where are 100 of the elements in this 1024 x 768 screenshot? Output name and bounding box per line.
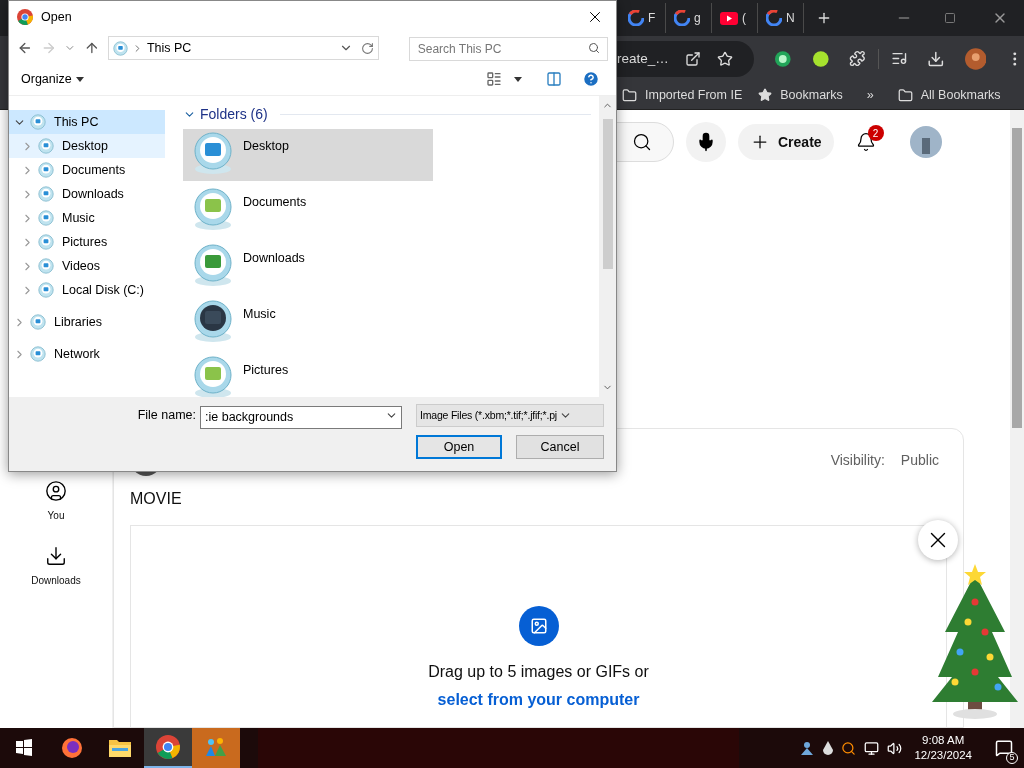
dialog-title: Open (41, 8, 72, 26)
group-header[interactable]: Folders (6) (200, 104, 268, 125)
tree-item[interactable]: Local Disk (C:) (9, 278, 165, 302)
video-play-icon (720, 11, 738, 25)
create-button[interactable]: Create (738, 124, 834, 160)
search-icon (588, 42, 600, 54)
folder-item[interactable]: Downloads (183, 241, 433, 293)
folder-item[interactable]: Pictures (183, 353, 433, 397)
drive-icon (38, 234, 54, 250)
drop-icon[interactable] (823, 741, 834, 755)
back-icon[interactable] (17, 40, 33, 56)
tree-item[interactable]: Videos (9, 254, 165, 278)
google-icon (628, 10, 644, 26)
up-icon[interactable] (84, 40, 100, 56)
scrollbar[interactable] (1010, 110, 1024, 728)
search-icon (632, 132, 652, 152)
browser-tab[interactable]: g (666, 3, 712, 33)
view-options-icon[interactable] (486, 71, 502, 87)
folder-orb-icon (191, 243, 235, 287)
preview-pane-icon[interactable] (546, 71, 562, 87)
profile-avatar[interactable] (964, 47, 987, 70)
more-bookmarks-button[interactable]: » (866, 85, 874, 105)
network-icon[interactable] (864, 740, 880, 756)
open-external-icon[interactable] (684, 50, 701, 67)
firefox-icon (60, 736, 84, 760)
browser-tab[interactable]: N (758, 3, 804, 33)
folder-orb-icon (191, 131, 235, 175)
google-icon (766, 10, 782, 26)
people-tray-icon[interactable] (799, 740, 816, 756)
cancel-button[interactable]: Cancel (516, 435, 604, 459)
download-icon[interactable] (927, 49, 945, 68)
visibility-value[interactable]: Public (900, 449, 939, 471)
address-bar[interactable]: This PC (107, 36, 379, 60)
address-text: This PC (146, 39, 193, 57)
notifications-button[interactable]: 2 (845, 122, 886, 162)
file-name-field[interactable]: :ie backgrounds (200, 405, 402, 429)
tree-item[interactable]: Libraries (9, 310, 165, 334)
sidebar-item[interactable]: You (20, 480, 92, 523)
extensions-icon[interactable] (849, 50, 866, 68)
help-icon[interactable] (582, 70, 600, 88)
tree-item[interactable]: Pictures (9, 230, 165, 254)
omnibox[interactable]: reate_… (617, 40, 755, 77)
bookmark-item[interactable]: Imported From IE (622, 85, 743, 105)
chrome-icon (17, 9, 33, 25)
folder-orb-icon (191, 355, 235, 397)
microphone-icon (696, 132, 716, 152)
computer-icon (112, 40, 128, 56)
voice-search-button[interactable] (686, 122, 726, 162)
visibility-label: Visibility: (830, 450, 885, 470)
folder-item[interactable]: Music (183, 297, 433, 349)
drive-icon (38, 258, 54, 274)
post-title: MOVIE (130, 489, 183, 509)
taskbar-app[interactable] (144, 728, 192, 768)
new-tab-icon[interactable] (816, 10, 832, 26)
organize-menu[interactable]: Organize (21, 69, 84, 89)
drive-icon (38, 162, 54, 178)
drive-icon (38, 210, 54, 226)
scrollbar[interactable] (599, 96, 616, 397)
browser-tab[interactable]: F (620, 3, 666, 33)
open-button[interactable]: Open (416, 435, 502, 459)
sidebar-item[interactable]: Downloads (20, 545, 92, 588)
drop-instructions: Drag up to 5 images or GIFs or (428, 662, 649, 682)
image-upload-icon (518, 606, 559, 646)
notification-center-button[interactable]: 5 (984, 728, 1024, 768)
browser-tab[interactable]: ( (712, 3, 758, 33)
folder-icon (622, 87, 637, 103)
folder-icon (108, 737, 132, 759)
tree-item[interactable]: Desktop (9, 134, 165, 158)
refresh-icon[interactable] (361, 41, 374, 55)
chrome-icon (156, 735, 180, 759)
drive-icon (30, 114, 46, 130)
file-name-label: File name: (137, 407, 196, 425)
extension-icon[interactable] (774, 49, 792, 68)
tree-item[interactable]: Downloads (9, 182, 165, 206)
file-type-dropdown[interactable]: Image Files (*.xbm;*.tif;*.jfif;*.pj (416, 404, 604, 427)
folder-orb-icon (191, 299, 235, 343)
close-button[interactable] (918, 520, 958, 560)
folder-item[interactable]: Desktop (183, 129, 433, 181)
bookmark-star-icon[interactable] (716, 50, 733, 67)
folder-item[interactable]: Documents (183, 185, 433, 237)
clock[interactable]: 9:08 AM 12/23/2024 (914, 733, 972, 763)
tree-item[interactable]: Network (9, 342, 165, 366)
tree-item[interactable]: Music (9, 206, 165, 230)
folder-orb-icon (191, 187, 235, 231)
notification-count: 5 (1006, 752, 1018, 764)
tree-item[interactable]: This PC (9, 110, 165, 134)
tree-item[interactable]: Documents (9, 158, 165, 182)
bookmark-item[interactable]: All Bookmarks (897, 85, 1001, 105)
search-field[interactable]: Search This PC (408, 37, 608, 61)
drive-icon (30, 314, 46, 330)
star-icon (758, 88, 773, 103)
google-icon (674, 10, 690, 26)
restore-icon[interactable] (944, 12, 956, 24)
bookmark-item[interactable]: Bookmarks (758, 85, 843, 105)
extension-icon[interactable] (811, 49, 830, 68)
volume-icon[interactable] (887, 740, 903, 756)
search-icon[interactable] (841, 740, 857, 756)
notification-badge: 2 (867, 125, 884, 141)
account-avatar[interactable] (909, 126, 942, 158)
select-file-link[interactable]: select from your computer (437, 688, 640, 712)
